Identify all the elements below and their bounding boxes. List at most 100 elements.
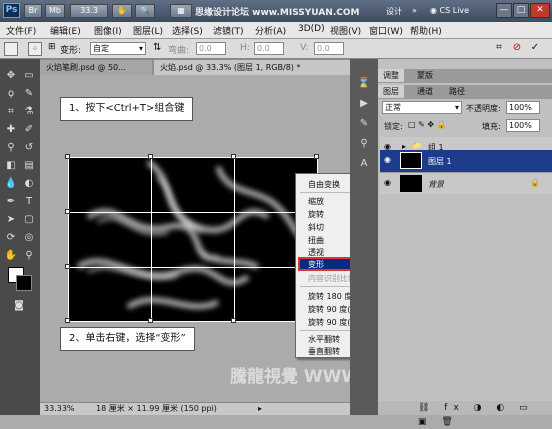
brushes-panel-icon[interactable]: ✎ bbox=[357, 117, 371, 131]
eyedropper-tool-icon[interactable]: ⚗ bbox=[22, 105, 36, 119]
hand-tool-icon[interactable]: ✋ bbox=[4, 249, 18, 263]
tab-layers[interactable]: 图层 bbox=[378, 85, 404, 98]
marquee-tool-icon[interactable]: ▭ bbox=[22, 69, 36, 83]
healing-brush-icon[interactable]: ✚ bbox=[4, 123, 18, 137]
cancel-transform-icon[interactable]: ⊘ bbox=[510, 42, 524, 56]
layer-row-layer1[interactable]: ◉ 图层 1 bbox=[380, 150, 552, 172]
menu-help[interactable]: 帮助(H) bbox=[410, 24, 442, 37]
visibility-eye-icon[interactable]: ◉ bbox=[384, 155, 391, 164]
status-menu-arrow-icon[interactable]: ▸ bbox=[258, 403, 262, 415]
adjust-panel-tabs: 调整 蒙版 bbox=[378, 69, 552, 83]
zoom-level-select[interactable]: 33.3 bbox=[70, 4, 108, 18]
commit-transform-icon[interactable]: ✓ bbox=[528, 42, 542, 56]
actions-panel-icon[interactable]: ▶ bbox=[357, 97, 371, 111]
zoom-tool-icon[interactable]: ⚲ bbox=[22, 249, 36, 263]
clone-source-panel-icon[interactable]: ⚲ bbox=[357, 137, 371, 151]
flame-image bbox=[76, 159, 315, 310]
menu-item-distort[interactable]: 扭曲 bbox=[308, 235, 324, 246]
shape-tool-icon[interactable]: ▢ bbox=[22, 213, 36, 227]
character-panel-icon[interactable]: A bbox=[357, 157, 371, 171]
warp-icon: ⊞ bbox=[48, 42, 56, 52]
menu-item-rotate[interactable]: 旋转 bbox=[308, 209, 324, 220]
warp-preset-select[interactable]: 自定 ▾ bbox=[90, 42, 146, 55]
type-tool-icon[interactable]: T bbox=[22, 195, 36, 209]
tab-paths[interactable]: 路径 bbox=[444, 85, 470, 98]
3d-rotate-icon[interactable]: ⟳ bbox=[4, 231, 18, 245]
menu-item-free-transform[interactable]: 自由变换 bbox=[308, 179, 340, 190]
brush-tool-icon[interactable]: ✐ bbox=[22, 123, 36, 137]
tab-masks[interactable]: 蒙版 bbox=[412, 69, 438, 82]
menu-item-flip-horizontal[interactable]: 水平翻转 bbox=[308, 334, 340, 345]
minimize-button[interactable]: — bbox=[496, 3, 512, 18]
menu-item-flip-vertical[interactable]: 垂直翻转 bbox=[308, 346, 340, 357]
v-distortion-field[interactable]: 0.0 bbox=[314, 42, 344, 55]
toggle-warp-icon[interactable]: ⌗ bbox=[492, 42, 506, 56]
tab-flame-brush[interactable]: 火焰笔刷.psd @ 50... bbox=[40, 60, 152, 75]
bridge-button[interactable]: Br bbox=[24, 4, 42, 18]
tool-preset-picker[interactable] bbox=[4, 42, 18, 56]
eraser-tool-icon[interactable]: ◧ bbox=[4, 159, 18, 173]
tab-flame[interactable]: 火焰.psd @ 33.3% (图层 1, RGB/8) * bbox=[154, 60, 350, 75]
blend-mode-select[interactable]: 正常 ▾ bbox=[382, 101, 462, 114]
menu-bar: 文件(F) 编辑(E) 图像(I) 图层(L) 选择(S) 滤镜(T) 分析(A… bbox=[0, 22, 552, 39]
menu-layer[interactable]: 图层(L) bbox=[133, 24, 163, 37]
zoom-tool-button[interactable]: 🔍 bbox=[135, 4, 155, 18]
workspace-menu-icon[interactable]: » bbox=[412, 6, 417, 15]
menu-item-rotate-180[interactable]: 旋转 180 度 bbox=[308, 291, 352, 302]
crop-tool-icon[interactable]: ⌗ bbox=[4, 105, 18, 119]
clone-stamp-icon[interactable]: ⚲ bbox=[4, 141, 18, 155]
menu-select[interactable]: 选择(S) bbox=[172, 24, 203, 37]
chevron-down-icon: ▾ bbox=[454, 103, 459, 112]
visibility-eye-icon[interactable]: ◉ bbox=[384, 178, 391, 187]
maximize-button[interactable]: □ bbox=[513, 3, 529, 18]
right-panels: ⌛ ▶ ✎ ⚲ A 调整 蒙版 图层 通道 路径 正常 ▾ 不透明度: 100% … bbox=[350, 59, 552, 427]
cs-live-button[interactable]: ◉ CS Live bbox=[430, 4, 494, 18]
bend-field[interactable]: 0.0 bbox=[196, 42, 226, 55]
menu-window[interactable]: 窗口(W) bbox=[369, 24, 403, 37]
menu-item-skew[interactable]: 斜切 bbox=[308, 222, 324, 233]
fill-field[interactable]: 100% bbox=[506, 119, 540, 132]
warp-label: 变形: bbox=[60, 46, 82, 56]
move-tool-icon[interactable]: ✥ bbox=[4, 69, 18, 83]
menu-edit[interactable]: 编辑(E) bbox=[50, 24, 81, 37]
history-panel-icon[interactable]: ⌛ bbox=[357, 77, 371, 91]
history-brush-icon[interactable]: ↺ bbox=[22, 141, 36, 155]
lock-label: 锁定: bbox=[384, 122, 403, 131]
opacity-field[interactable]: 100% bbox=[506, 101, 540, 114]
quick-select-tool-icon[interactable]: ✎ bbox=[22, 87, 36, 101]
3d-orbit-icon[interactable]: ◎ bbox=[22, 231, 36, 245]
hand-tool-button[interactable]: ✋ bbox=[112, 4, 132, 18]
status-zoom[interactable]: 33.33% bbox=[44, 403, 75, 415]
reference-point-icon[interactable]: ⁘ bbox=[28, 42, 42, 56]
layer-row-background[interactable]: ◉ 背景 🔒 bbox=[380, 172, 552, 194]
mini-bridge-button[interactable]: Mb bbox=[45, 4, 65, 18]
layers-bottom-toolbar[interactable]: ⛓ fx ◑ ◐ ▭ ▣ 🗑 bbox=[378, 401, 552, 427]
layer-name: 背景 bbox=[428, 180, 444, 189]
layer-thumbnail bbox=[400, 175, 422, 192]
menu-filter[interactable]: 滤镜(T) bbox=[213, 24, 244, 37]
flame-artwork[interactable] bbox=[68, 157, 318, 322]
blur-tool-icon[interactable]: 💧 bbox=[4, 177, 18, 191]
workspace-label[interactable]: 设计 bbox=[386, 6, 402, 17]
arrange-docs-button[interactable]: ▦ bbox=[170, 4, 192, 18]
close-button[interactable]: ✕ bbox=[530, 3, 550, 18]
menu-file[interactable]: 文件(F) bbox=[6, 24, 36, 37]
menu-item-scale[interactable]: 缩放 bbox=[308, 196, 324, 207]
menu-analysis[interactable]: 分析(A) bbox=[255, 24, 286, 37]
tab-adjustments[interactable]: 调整 bbox=[378, 69, 404, 82]
tab-channels[interactable]: 通道 bbox=[412, 85, 438, 98]
pen-tool-icon[interactable]: ✒ bbox=[4, 195, 18, 209]
warp-orientation-icon[interactable]: ⇅ bbox=[153, 42, 161, 53]
menu-view[interactable]: 视图(V) bbox=[330, 24, 361, 37]
quick-mask-icon[interactable]: ◙ bbox=[12, 299, 26, 313]
menu-3d[interactable]: 3D(D) bbox=[298, 24, 325, 34]
chevron-down-icon: ▾ bbox=[138, 44, 143, 53]
gradient-tool-icon[interactable]: ▤ bbox=[22, 159, 36, 173]
dodge-tool-icon[interactable]: ◐ bbox=[22, 177, 36, 191]
lock-icons[interactable]: □ ✎ ✥ 🔒 bbox=[408, 120, 447, 129]
h-distortion-field[interactable]: 0.0 bbox=[254, 42, 284, 55]
lasso-tool-icon[interactable]: ϙ bbox=[4, 87, 18, 101]
path-select-icon[interactable]: ➤ bbox=[4, 213, 18, 227]
menu-image[interactable]: 图像(I) bbox=[94, 24, 122, 37]
background-color-swatch[interactable] bbox=[16, 275, 32, 291]
